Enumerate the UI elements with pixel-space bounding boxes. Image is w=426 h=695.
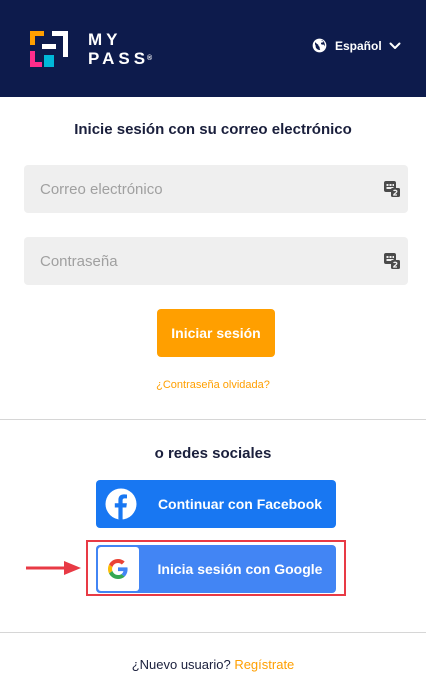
chevron-down-icon <box>389 42 401 49</box>
facebook-button-label: Continuar con Facebook <box>157 496 323 512</box>
social-title: o redes sociales <box>154 445 272 462</box>
email-field[interactable] <box>24 165 408 213</box>
facebook-login-button[interactable]: Continuar con Facebook <box>96 480 336 528</box>
password-manager-key-icon[interactable] <box>384 253 400 269</box>
register-prompt: ¿Nuevo usuario? Regístrate <box>0 657 426 672</box>
new-user-question: ¿Nuevo usuario? <box>131 657 231 672</box>
google-icon-container <box>98 547 139 591</box>
logo-registered-mark: ® <box>147 55 153 62</box>
logo-line2: PASS <box>88 49 150 68</box>
email-input[interactable] <box>24 165 408 213</box>
register-link[interactable]: Regístrate <box>234 657 294 672</box>
app-header: MY PASS® Español <box>0 0 426 97</box>
language-selector[interactable]: Español <box>312 38 401 53</box>
password-manager-key-icon[interactable] <box>384 181 400 197</box>
language-label: Español <box>335 38 382 53</box>
mypass-logo-icon[interactable] <box>30 31 68 67</box>
logo-wordmark: MY PASS® <box>88 30 152 68</box>
logo-line1: MY <box>88 30 122 49</box>
globe-icon <box>312 38 327 53</box>
password-field[interactable] <box>24 237 408 285</box>
password-input[interactable] <box>24 237 408 285</box>
forgot-password-link[interactable]: ¿Contraseña olvidada? <box>0 379 426 391</box>
google-button-label: Inicia sesión con Google <box>157 561 323 577</box>
google-login-button[interactable]: Inicia sesión con Google <box>96 545 336 593</box>
footer-divider <box>0 632 426 633</box>
login-button[interactable]: Iniciar sesión <box>157 309 275 357</box>
login-title: Inicie sesión con su correo electrónico <box>74 121 352 138</box>
google-icon <box>108 559 128 579</box>
facebook-icon <box>105 488 137 520</box>
section-divider <box>0 419 426 420</box>
red-arrow-icon <box>26 561 81 575</box>
